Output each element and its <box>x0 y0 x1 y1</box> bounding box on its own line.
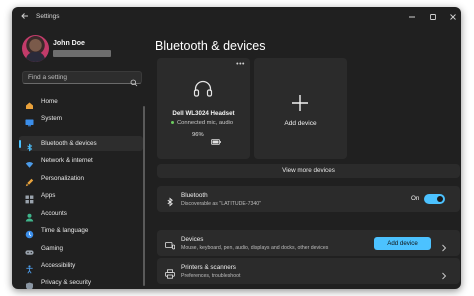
printers-scanners-row[interactable]: Printers & scanners Preferences, trouble… <box>157 258 460 284</box>
bluetooth-title: Bluetooth <box>181 192 208 199</box>
bluetooth-toggle-state: On <box>411 195 420 202</box>
close-icon[interactable] <box>446 10 460 24</box>
brush-icon <box>25 174 34 187</box>
sidebar-item-apps[interactable]: Apps <box>19 188 143 204</box>
printer-icon <box>165 266 175 279</box>
plus-icon <box>290 93 310 113</box>
device-status-text: Connected mic, audio <box>177 120 234 126</box>
more-options-icon[interactable]: ••• <box>236 61 245 68</box>
page-title: Bluetooth & devices <box>155 39 266 53</box>
sidebar-item-label: Apps <box>41 192 56 199</box>
sidebar-item-label: System <box>41 115 62 122</box>
printers-subtitle: Preferences, troubleshoot <box>181 273 241 279</box>
devices-row[interactable]: Devices Mouse, keyboard, pen, audio, dis… <box>157 230 460 256</box>
search-input[interactable]: Find a setting <box>22 71 142 87</box>
minimize-icon[interactable] <box>405 10 419 24</box>
avatar <box>22 35 49 62</box>
apps-icon <box>25 191 34 204</box>
device-name: Dell WL3024 Headset <box>172 110 235 117</box>
sidebar-item-home[interactable]: Home <box>19 94 143 109</box>
sidebar-item-label: Accessibility <box>41 262 76 269</box>
sidebar-item-label: Personalization <box>41 175 85 182</box>
sidebar-item-label: Gaming <box>41 245 64 252</box>
view-more-devices-button[interactable]: View more devices <box>157 164 460 178</box>
sidebar-item-label: Network & internet <box>41 157 93 164</box>
settings-window: Settings John Doe Find a setting Home Sy… <box>12 7 461 289</box>
bluetooth-icon <box>165 194 175 207</box>
bluetooth-toggle[interactable] <box>424 194 445 204</box>
user-name: John Doe <box>53 40 85 47</box>
sidebar-item-bluetooth[interactable]: Bluetooth & devices <box>19 136 143 152</box>
view-more-devices-label: View more devices <box>282 167 335 174</box>
sidebar-item-accounts[interactable]: Accounts <box>19 206 143 222</box>
title-bar: Settings <box>12 7 461 29</box>
connected-dot-icon <box>171 120 174 124</box>
globe-clock-icon <box>25 226 34 239</box>
sidebar-item-label: Time & language <box>41 227 89 234</box>
back-arrow-icon[interactable] <box>18 11 32 25</box>
printers-title: Printers & scanners <box>181 264 236 271</box>
add-device-button-label: Add device <box>387 240 418 247</box>
person-icon <box>25 209 34 222</box>
sidebar-item-gaming[interactable]: Gaming <box>19 241 143 256</box>
shield-icon <box>25 278 34 289</box>
sidebar-item-privacy-security[interactable]: Privacy & security <box>19 275 143 289</box>
bluetooth-subtitle: Discoverable as "LATITUDE-7340" <box>181 201 261 207</box>
sidebar-item-label: Home <box>41 98 58 105</box>
search-icon <box>130 74 138 87</box>
sidebar-item-accessibility[interactable]: Accessibility <box>19 258 143 274</box>
add-device-card[interactable]: Add device <box>254 58 347 159</box>
sidebar-item-system[interactable]: System <box>19 111 143 127</box>
sidebar-item-label: Bluetooth & devices <box>41 140 97 147</box>
headset-icon <box>192 78 214 100</box>
sidebar-item-label: Privacy & security <box>41 279 92 286</box>
battery-icon <box>211 132 221 145</box>
monitor-icon <box>25 114 34 127</box>
sidebar-item-network[interactable]: Network & internet <box>19 153 143 168</box>
accessibility-icon <box>25 261 34 274</box>
chevron-right-icon[interactable] <box>441 267 447 280</box>
devices-subtitle: Mouse, keyboard, pen, audio, displays an… <box>181 245 329 251</box>
sidebar-scrollbar[interactable] <box>143 106 145 286</box>
sidebar-item-personalization[interactable]: Personalization <box>19 171 143 187</box>
sidebar-item-time-language[interactable]: Time & language <box>19 223 143 239</box>
bluetooth-icon <box>25 139 34 152</box>
keyboard-mouse-icon <box>165 238 176 250</box>
user-email-redacted <box>53 50 111 57</box>
chevron-right-icon[interactable] <box>441 239 447 252</box>
add-device-button[interactable]: Add device <box>374 237 431 250</box>
device-card-headset[interactable]: ••• Dell WL3024 Headset Connected mic, a… <box>157 58 250 159</box>
battery-level: 96% <box>192 132 204 138</box>
add-device-label: Add device <box>284 120 317 127</box>
wifi-icon <box>25 156 34 168</box>
bluetooth-row: Bluetooth Discoverable as "LATITUDE-7340… <box>157 186 460 212</box>
maximize-icon[interactable] <box>426 10 440 24</box>
app-title: Settings <box>36 13 60 20</box>
sidebar-item-label: Accounts <box>41 210 67 217</box>
devices-title: Devices <box>181 236 204 243</box>
search-placeholder: Find a setting <box>28 74 68 81</box>
home-icon <box>25 97 34 109</box>
gamepad-icon <box>25 244 34 255</box>
device-status: Connected mic, audio <box>171 120 233 126</box>
